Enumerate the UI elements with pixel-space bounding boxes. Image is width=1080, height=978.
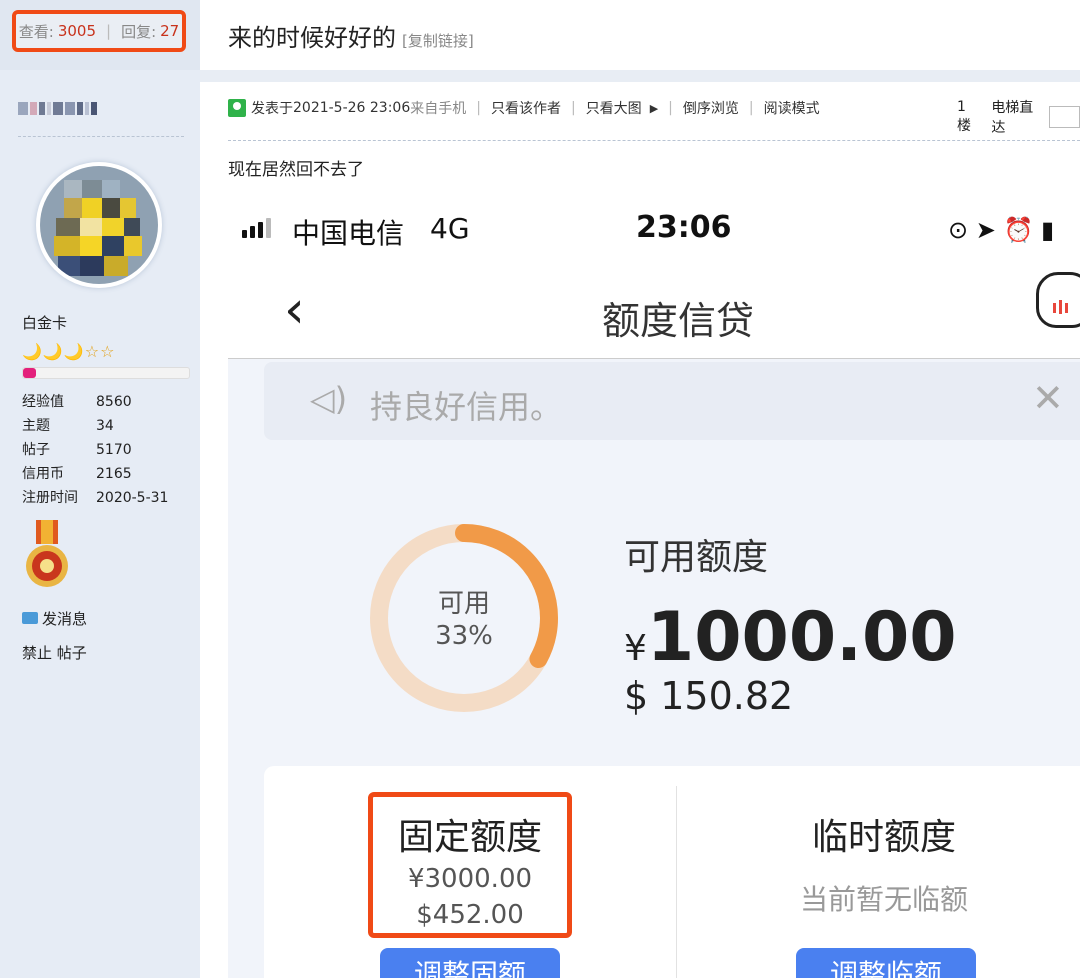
stat-row: 帖子 5170 — [22, 438, 168, 462]
user-stats: 经验值 8560 主题 34 帖子 5170 信用币 2165 注册时间 2020-5-3… — [22, 390, 168, 510]
app-page-title: 额度信贷 — [601, 299, 754, 343]
post-source: 来自手机 — [410, 101, 467, 117]
stat-key: 信用币 — [22, 466, 64, 482]
elevator-label: 电梯直达 — [991, 100, 1034, 136]
stat-value[interactable]: 2165 — [96, 462, 132, 486]
thread-stats: 查看: 3005 | 回复: 27 — [12, 10, 186, 52]
available-cny-value: 1000.00 — [646, 598, 957, 677]
stat-value[interactable]: 8560 — [96, 390, 132, 414]
network-type: 4G — [430, 212, 470, 245]
stat-value[interactable]: 5170 — [96, 438, 132, 462]
post-meta-bar: 发表于 2021-5-26 23:06 来自手机 | 只看该作者 | 只看大图 … — [228, 98, 820, 118]
temp-limit-label: 临时额度 — [811, 817, 956, 858]
replies-count: 27 — [160, 22, 180, 40]
avatar-image — [40, 166, 158, 284]
views-count: 3005 — [57, 22, 97, 40]
posted-time: 2021-5-26 23:06 — [293, 100, 411, 116]
stat-value[interactable]: 34 — [96, 414, 114, 438]
meta-divider: | — [570, 100, 576, 116]
stat-row: 注册时间 2020-5-31 — [22, 486, 168, 510]
copy-link-button[interactable]: [复制链接] — [402, 32, 474, 50]
thread-title-text: 来的时候好好的 — [228, 24, 396, 52]
speaker-icon: ◁) — [310, 380, 348, 418]
sidebar-divider — [18, 136, 184, 137]
ring-label-text: 可用 — [437, 589, 490, 619]
posted-prefix: 发表于 — [251, 101, 293, 117]
app-nav-bar: ‹ 额度信贷 — [228, 270, 1080, 359]
stat-value: 2020-5-31 — [96, 490, 169, 506]
stat-row: 主题 34 — [22, 414, 168, 438]
send-message-label: 发消息 — [42, 610, 88, 628]
stat-key: 经验值 — [22, 394, 64, 410]
carrier-name: 中国电信 — [292, 217, 405, 250]
fixed-limit-usd: $452.00 — [416, 900, 524, 930]
status-icons: ⊙ ➤ ⏰ ▮ — [948, 216, 1055, 244]
cat-face-icon — [1053, 300, 1068, 314]
reverse-order-link[interactable]: 倒序浏览 — [683, 98, 739, 118]
fixed-limit-label: 固定额度 — [397, 817, 542, 858]
notice-text: 持良好信用。 — [370, 388, 563, 426]
stat-key: 主题 — [22, 418, 50, 434]
stat-key: 帖子 — [22, 442, 50, 458]
stat-row: 经验值 8560 — [22, 390, 168, 414]
close-icon[interactable]: ✕ — [1032, 376, 1064, 420]
stats-divider: | — [106, 22, 112, 40]
ring-label: 可用 33% — [368, 588, 560, 652]
rank-stars-icon: 🌙🌙🌙☆☆ — [22, 342, 116, 361]
username-pixelated[interactable] — [18, 100, 99, 119]
triangle-right-icon: ▶ — [649, 101, 659, 115]
meta-divider: | — [748, 100, 754, 116]
ring-percent: 33% — [435, 621, 493, 651]
level-progress-fill — [23, 368, 37, 378]
limit-card: 固定额度 ¥3000.00 $452.00 临时额度 当前暂无临额 调整固额 调… — [264, 766, 1080, 978]
stat-key: 注册时间 — [22, 490, 78, 506]
phone-status-bar: 中国电信 4G 23:06 ⊙ ➤ ⏰ ▮ — [228, 190, 1080, 270]
post-divider — [228, 140, 1080, 141]
adjust-temp-button[interactable]: 调整临额 — [796, 948, 976, 978]
floor-jump-input[interactable] — [1048, 106, 1080, 128]
floor-nav: 1楼 电梯直达 — [957, 97, 1080, 137]
card-divider — [676, 786, 677, 978]
post-text: 现在居然回不去了 — [228, 160, 364, 180]
floor-number: 1楼 — [957, 99, 971, 134]
reading-mode-link[interactable]: 阅读模式 — [764, 98, 820, 118]
replies-label: 回复: — [121, 22, 157, 41]
big-image-link[interactable]: 只看大图 — [586, 98, 642, 118]
meta-divider: | — [668, 100, 673, 116]
level-progress-bar — [22, 367, 190, 379]
avatar[interactable] — [40, 166, 158, 284]
signal-icon — [242, 218, 271, 238]
thread-title: 来的时候好好的 [复制链接] — [228, 18, 474, 53]
user-group: 白金卡 — [22, 314, 68, 332]
available-cny: ¥1000.00 — [624, 598, 957, 677]
meta-divider: | — [476, 100, 481, 116]
cat-mascot-icon[interactable] — [1036, 272, 1080, 328]
available-usd: $ 150.82 — [624, 674, 794, 718]
mail-icon — [22, 612, 38, 624]
currency-symbol: ¥ — [624, 628, 647, 669]
views-label: 查看: — [18, 22, 54, 41]
ban-posts-link[interactable]: 禁止 帖子 — [22, 642, 87, 663]
temp-limit-empty: 当前暂无临额 — [799, 883, 968, 916]
stat-row: 信用币 2165 — [22, 462, 168, 486]
adjust-fixed-button[interactable]: 调整固额 — [380, 948, 560, 978]
embedded-screenshot[interactable]: 中国电信 4G 23:06 ⊙ ➤ ⏰ ▮ ‹ 额度信贷 ◁) 持良好信用。 ✕… — [228, 190, 1080, 978]
medal-icon[interactable] — [24, 520, 70, 590]
notice-banner: ◁) 持良好信用。 ✕ — [264, 362, 1080, 440]
fixed-limit-cny: ¥3000.00 — [407, 864, 533, 894]
available-label: 可用额度 — [624, 537, 769, 578]
phone-clock: 23:06 — [636, 210, 732, 245]
only-author-link[interactable]: 只看该作者 — [491, 98, 561, 118]
user-icon — [228, 99, 246, 117]
send-message-link[interactable]: 发消息 — [22, 608, 87, 629]
